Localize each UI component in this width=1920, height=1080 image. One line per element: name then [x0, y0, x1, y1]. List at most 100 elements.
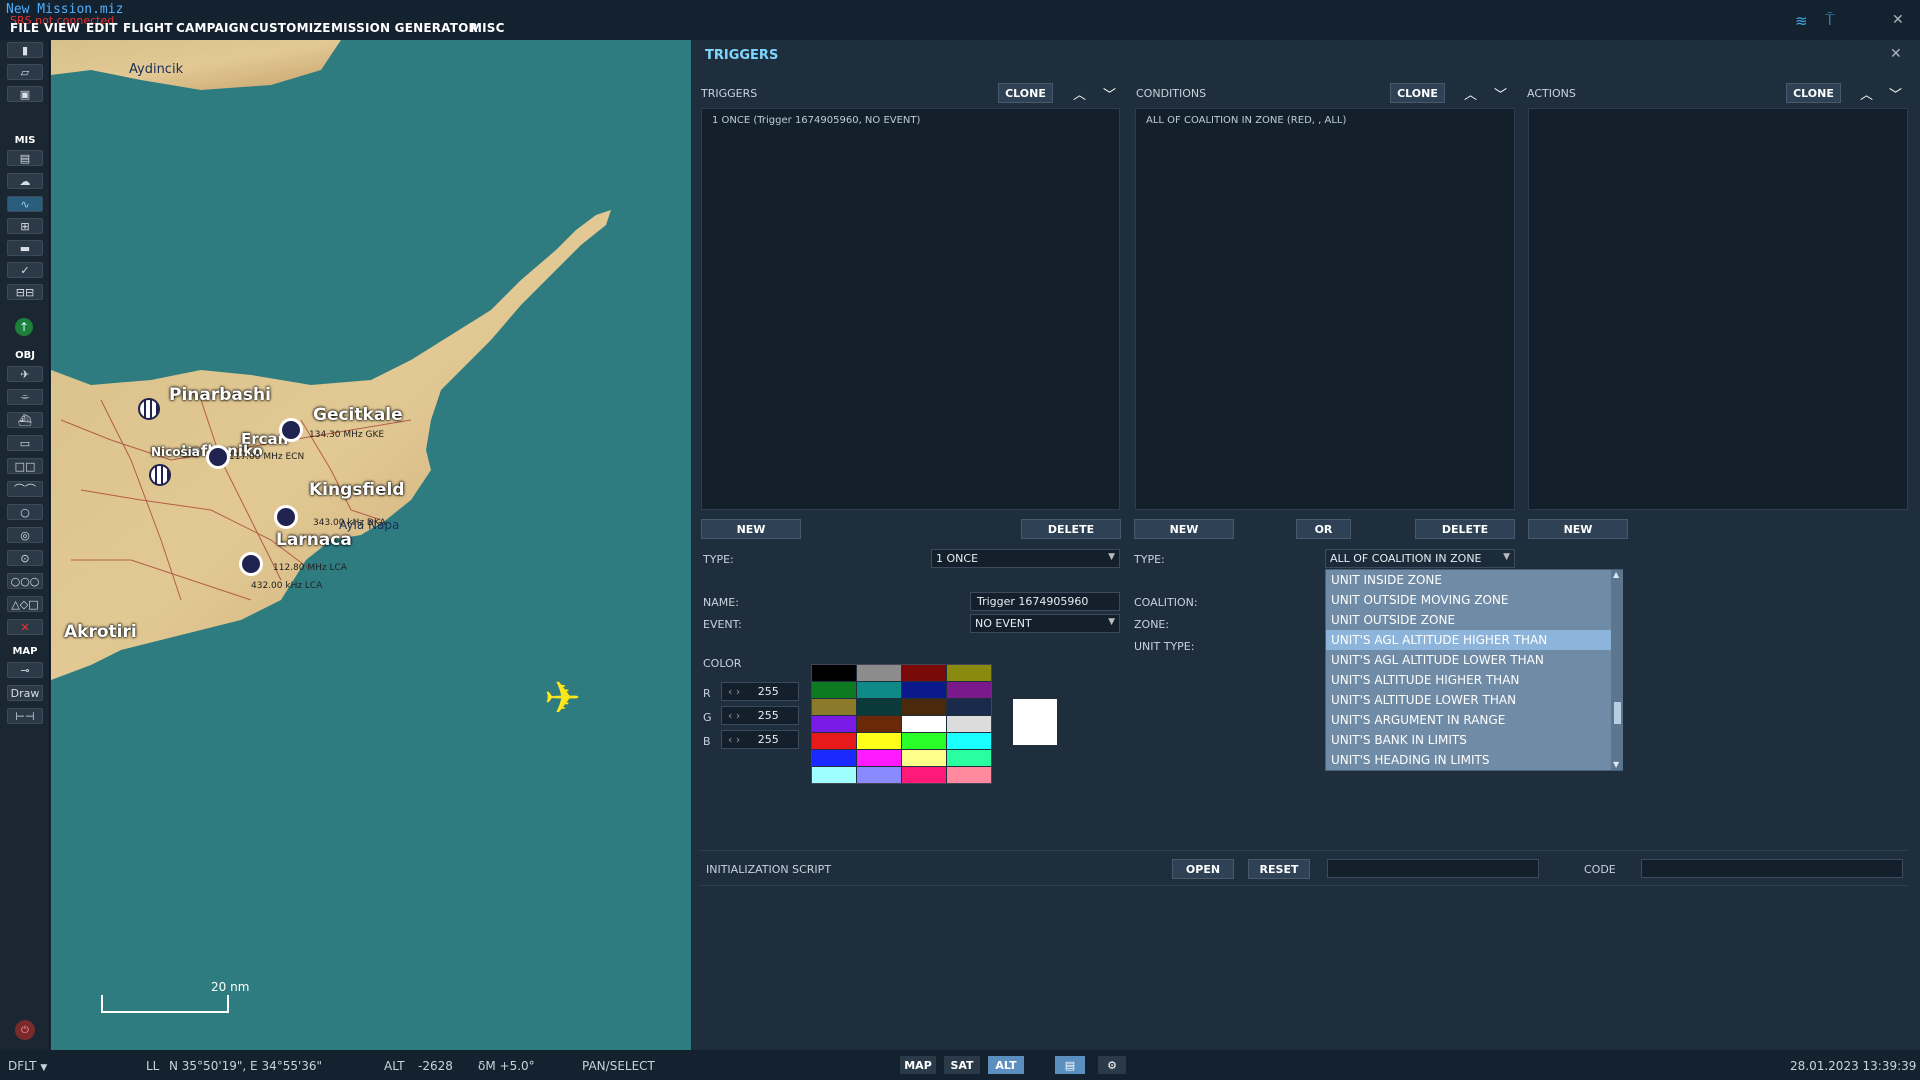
conditions-clone-button[interactable]: CLONE	[1390, 83, 1445, 103]
ship-icon[interactable]: ⛴	[7, 412, 43, 428]
airbase-nicosia-icon[interactable]	[149, 464, 171, 486]
trigger-type-select[interactable]: 1 ONCE ▼	[931, 549, 1120, 568]
static-object-icon[interactable]: □□	[7, 458, 43, 474]
menu-file[interactable]: FILE	[10, 21, 39, 35]
options-icon[interactable]: ▬	[7, 240, 43, 256]
menu-mission-generator[interactable]: MISSION GENERATOR	[331, 21, 478, 35]
scroll-down-icon[interactable]: ▼	[1613, 760, 1619, 769]
condition-type-dropdown[interactable]: UNIT INSIDE ZONE UNIT OUTSIDE MOVING ZONE…	[1325, 569, 1623, 771]
condition-type-select[interactable]: ALL OF COALITION IN ZONE ▼	[1325, 549, 1515, 568]
draw-button[interactable]: Draw	[7, 685, 43, 701]
actions-clone-button[interactable]: CLONE	[1786, 83, 1841, 103]
dropdown-option[interactable]: UNIT INSIDE ZONE	[1326, 570, 1611, 590]
dropdown-option[interactable]: UNIT'S ALTITUDE LOWER THAN	[1326, 690, 1611, 710]
dropdown-option[interactable]: UNIT OUTSIDE MOVING ZONE	[1326, 590, 1611, 610]
color-swatch[interactable]	[902, 699, 946, 715]
panel-close-icon[interactable]: ✕	[1890, 46, 1902, 62]
save-icon[interactable]: ▣	[7, 86, 43, 102]
green-marker-icon[interactable]: ↑	[15, 318, 33, 336]
color-swatch[interactable]	[947, 716, 991, 732]
color-swatch[interactable]	[857, 682, 901, 698]
color-swatch[interactable]	[947, 682, 991, 698]
new-trigger-button[interactable]: NEW	[701, 519, 801, 539]
nav-point-icon[interactable]: ⊙	[7, 550, 43, 566]
open-folder-icon[interactable]: ▱	[7, 64, 43, 80]
color-swatch[interactable]	[812, 733, 856, 749]
triggers-move-up-icon[interactable]: ︿	[1073, 84, 1086, 103]
triggers-move-down-icon[interactable]: ﹀	[1103, 84, 1116, 103]
color-swatch[interactable]	[902, 665, 946, 681]
dropdown-option[interactable]: UNIT'S ARGUMENT IN RANGE	[1326, 710, 1611, 730]
shapes-icon[interactable]: △◇□	[7, 596, 43, 612]
antenna-icon[interactable]: ⍑	[1825, 10, 1835, 30]
airbase-kingsfield-icon[interactable]	[274, 505, 298, 529]
color-swatch[interactable]	[812, 699, 856, 715]
menu-customize[interactable]: CUSTOMIZE	[250, 21, 331, 35]
color-swatch[interactable]	[857, 699, 901, 715]
new-icon[interactable]: ▮	[7, 42, 43, 58]
trigger-event-select[interactable]: NO EVENT ▼	[970, 614, 1120, 633]
dropdown-option[interactable]: UNIT'S BANK IN LIMITS	[1326, 730, 1611, 750]
color-swatch[interactable]	[902, 716, 946, 732]
dropdown-scroll-thumb[interactable]	[1614, 702, 1621, 724]
color-swatch[interactable]	[947, 733, 991, 749]
new-action-button[interactable]: NEW	[1528, 519, 1628, 539]
sat-view-button[interactable]: SAT	[944, 1056, 980, 1074]
resources-icon[interactable]: ⊞	[7, 218, 43, 234]
color-swatch[interactable]	[947, 665, 991, 681]
settings-gear-icon[interactable]: ⚙	[1098, 1056, 1126, 1074]
color-swatch[interactable]	[812, 767, 856, 783]
map-view[interactable]: Aydincik Pinarbashi Gecitkale Ercan Lefk…	[51, 40, 691, 1050]
actions-list[interactable]	[1528, 108, 1908, 510]
triggers-clone-button[interactable]: CLONE	[998, 83, 1053, 103]
color-swatch[interactable]	[902, 767, 946, 783]
color-swatch[interactable]	[812, 716, 856, 732]
airbase-pinarbashi-icon[interactable]	[138, 398, 160, 420]
color-swatch[interactable]	[812, 665, 856, 681]
trigger-row[interactable]: 1 ONCE (Trigger 1674905960, NO EVENT)	[712, 115, 920, 126]
or-button[interactable]: OR	[1296, 519, 1351, 539]
wifi-icon[interactable]: ≋	[1795, 12, 1808, 30]
color-swatch[interactable]	[902, 733, 946, 749]
menu-flight[interactable]: FLIGHT	[123, 21, 173, 35]
triggers-list[interactable]: 1 ONCE (Trigger 1674905960, NO EVENT)	[701, 108, 1120, 510]
zone-icon[interactable]: ○	[7, 504, 43, 520]
color-swatch[interactable]	[812, 750, 856, 766]
dropdown-scrollbar[interactable]	[1611, 570, 1623, 770]
color-swatch[interactable]	[947, 750, 991, 766]
dropdown-option[interactable]: UNIT'S AGL ALTITUDE HIGHER THAN	[1326, 630, 1611, 650]
actions-move-down-icon[interactable]: ﹀	[1889, 84, 1902, 103]
menu-misc[interactable]: MISC	[470, 21, 505, 35]
check-icon[interactable]: ✓	[7, 262, 43, 278]
color-swatch[interactable]	[947, 767, 991, 783]
dropdown-option[interactable]: UNIT'S ALTITUDE HIGHER THAN	[1326, 670, 1611, 690]
new-condition-button[interactable]: NEW	[1134, 519, 1234, 539]
profile-selector[interactable]: DFLT ▼	[8, 1059, 47, 1073]
color-swatch[interactable]	[947, 699, 991, 715]
code-input[interactable]	[1641, 859, 1903, 878]
aircraft-icon[interactable]: ✈	[544, 673, 581, 724]
green-stepper[interactable]: ‹ › 255	[721, 706, 799, 725]
stepper-arrows-icon[interactable]: ‹ ›	[728, 709, 744, 722]
condition-row[interactable]: ALL OF COALITION IN ZONE (RED, , ALL)	[1146, 115, 1346, 126]
actions-move-up-icon[interactable]: ︿	[1860, 84, 1873, 103]
conditions-move-down-icon[interactable]: ﹀	[1494, 84, 1507, 103]
dropdown-option[interactable]: UNIT'S HEADING IN LIMITS	[1326, 750, 1611, 770]
color-swatch[interactable]	[902, 682, 946, 698]
delete-icon[interactable]: ✕	[7, 619, 43, 635]
stepper-arrows-icon[interactable]: ‹ ›	[728, 685, 744, 698]
menu-edit[interactable]: EDIT	[86, 21, 118, 35]
color-swatch[interactable]	[857, 733, 901, 749]
airbase-larnaca-icon[interactable]	[239, 552, 263, 576]
helicopter-icon[interactable]: ⌯	[7, 389, 43, 405]
delete-condition-button[interactable]: DELETE	[1415, 519, 1515, 539]
dropdown-option[interactable]: UNIT OUTSIDE ZONE	[1326, 610, 1611, 630]
conditions-move-up-icon[interactable]: ︿	[1464, 84, 1477, 103]
blue-stepper[interactable]: ‹ › 255	[721, 730, 799, 749]
color-swatch[interactable]	[857, 716, 901, 732]
key-icon[interactable]: ⊸	[7, 662, 43, 678]
goals-icon[interactable]: ⊟⊟	[7, 284, 43, 300]
target-icon[interactable]: ◎	[7, 527, 43, 543]
color-swatch[interactable]	[857, 665, 901, 681]
scroll-up-icon[interactable]: ▲	[1613, 570, 1619, 579]
